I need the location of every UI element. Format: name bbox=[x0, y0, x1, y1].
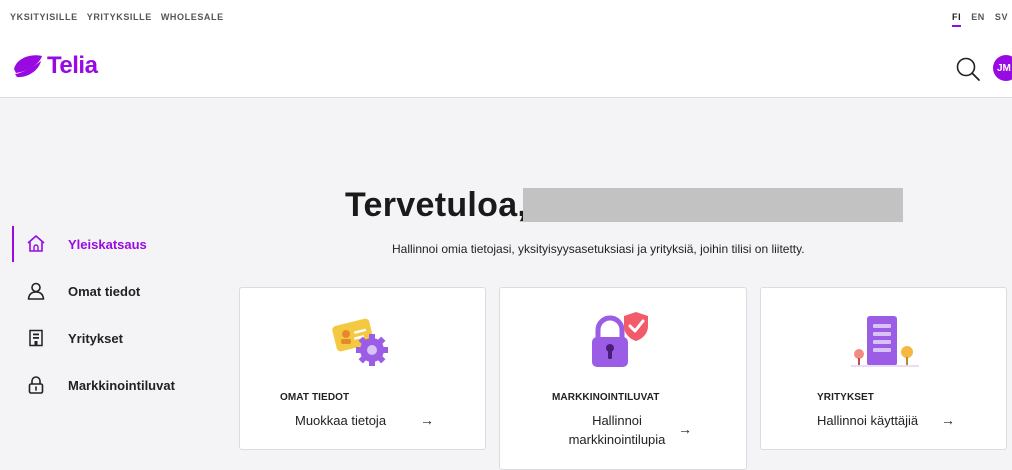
card-category: YRITYKSET bbox=[817, 392, 875, 403]
sidebar-item-companies[interactable]: Yritykset bbox=[12, 320, 212, 356]
arrow-right-icon: → bbox=[678, 421, 692, 437]
telia-logo[interactable]: Telia bbox=[12, 52, 98, 80]
card-own-info[interactable]: OMAT TIEDOT Muokkaa tietoja → bbox=[239, 287, 486, 450]
card-action-line1: Hallinnoi bbox=[592, 413, 642, 428]
card-action-line2: markkinointilupia bbox=[568, 432, 666, 447]
sidebar-item-label: Yleiskatsaus bbox=[68, 236, 147, 252]
segment-link-private[interactable]: YKSITYISILLE bbox=[10, 12, 78, 22]
sidebar-item-label: Yritykset bbox=[68, 330, 123, 346]
card-marketing-permissions[interactable]: MARKKINOINTILUVAT Hallinnoi markkinointi… bbox=[499, 287, 747, 470]
page-subtitle: Hallinnoi omia tietojasi, yksityisyysase… bbox=[392, 242, 805, 256]
card-action: Muokkaa tietoja bbox=[295, 413, 387, 428]
segment-link-wholesale[interactable]: WHOLESALE bbox=[161, 12, 224, 22]
arrow-right-icon: → bbox=[420, 412, 434, 428]
card-companies[interactable]: YRITYKSET Hallinnoi käyttäjiä → bbox=[760, 287, 1007, 450]
home-icon bbox=[27, 235, 45, 252]
language-en[interactable]: EN bbox=[971, 12, 985, 27]
sidebar-item-label: Markkinointiluvat bbox=[68, 377, 175, 393]
card-category: MARKKINOINTILUVAT bbox=[552, 392, 660, 403]
search-icon[interactable] bbox=[955, 56, 981, 82]
telia-pebble-icon bbox=[14, 55, 42, 78]
page-title: Tervetuloa, bbox=[345, 186, 528, 224]
sidebar-item-label: Omat tiedot bbox=[68, 283, 141, 299]
language-fi[interactable]: FI bbox=[952, 12, 962, 27]
user-icon bbox=[27, 282, 45, 300]
card-action: Hallinnoi markkinointilupia bbox=[562, 411, 672, 449]
id-card-gear-icon bbox=[332, 318, 388, 366]
arrow-right-icon: → bbox=[941, 412, 955, 428]
sidebar-item-overview[interactable]: Yleiskatsaus bbox=[12, 226, 212, 262]
card-category: OMAT TIEDOT bbox=[280, 392, 350, 403]
segment-link-business[interactable]: YRITYKSILLE bbox=[87, 12, 152, 22]
top-header: YKSITYISILLE YRITYKSILLE WHOLESALE FI EN… bbox=[0, 0, 1012, 98]
card-action: Hallinnoi käyttäjiä bbox=[817, 413, 919, 428]
building-icon bbox=[29, 329, 43, 347]
sidebar-item-own-info[interactable]: Omat tiedot bbox=[12, 273, 212, 309]
logo-text: Telia bbox=[47, 52, 98, 79]
lock-icon bbox=[28, 376, 44, 394]
padlock-shield-icon bbox=[592, 312, 648, 367]
sidebar-item-marketing-permissions[interactable]: Markkinointiluvat bbox=[12, 367, 212, 403]
redacted-user-name bbox=[523, 188, 903, 222]
user-avatar[interactable]: JM bbox=[993, 55, 1012, 81]
language-switcher: FI EN SV bbox=[952, 12, 1008, 27]
language-sv[interactable]: SV bbox=[995, 12, 1008, 27]
segment-nav: YKSITYISILLE YRITYKSILLE WHOLESALE bbox=[10, 12, 224, 22]
sidebar-nav: Yleiskatsaus Omat tiedot Yritykset Markk… bbox=[12, 226, 212, 414]
office-building-icon bbox=[851, 316, 919, 367]
